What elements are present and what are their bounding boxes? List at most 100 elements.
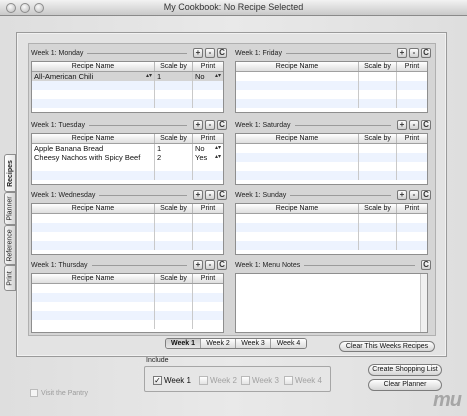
- checkbox-label: Visit the Pantry: [41, 389, 88, 397]
- sunday-title: Week 1: Sunday: [235, 191, 287, 199]
- include-label: Include: [146, 357, 169, 364]
- week-tabs: Week 1 Week 2 Week 3 Week 4: [165, 338, 307, 349]
- wednesday-header: Week 1: Wednesday + - C: [31, 189, 227, 201]
- column-print[interactable]: Print: [397, 134, 427, 143]
- tab-week-1[interactable]: Week 1: [166, 339, 201, 348]
- clear-notes-button[interactable]: C: [421, 260, 431, 270]
- column-recipe-name[interactable]: Recipe Name: [32, 62, 155, 71]
- column-recipe-name[interactable]: Recipe Name: [236, 204, 359, 213]
- column-print[interactable]: Print: [193, 62, 223, 71]
- column-scale-by[interactable]: Scale by: [155, 274, 193, 283]
- checkbox-label: Week 3: [252, 376, 279, 385]
- checkbox-box: [30, 389, 38, 397]
- include-group: ✓ Week 1 Week 2 Week 3 Week 4: [144, 366, 331, 392]
- table-row[interactable]: All-American Chili ▴▾ 1 No ▴▾: [32, 72, 223, 81]
- clear-day-button[interactable]: C: [217, 120, 227, 130]
- include-week-3-checkbox[interactable]: Week 3: [241, 376, 279, 385]
- chevron-updown-icon[interactable]: ▴▾: [146, 72, 152, 81]
- chevron-updown-icon[interactable]: ▴▾: [215, 72, 221, 81]
- column-recipe-name[interactable]: Recipe Name: [32, 204, 155, 213]
- menu-notes-field[interactable]: [235, 273, 428, 333]
- add-recipe-button[interactable]: +: [193, 48, 203, 58]
- window-body: Recipes Planner Reference Print Week 1: …: [0, 16, 467, 416]
- add-recipe-button[interactable]: +: [193, 120, 203, 130]
- include-week-2-checkbox[interactable]: Week 2: [199, 376, 237, 385]
- side-tab-recipes[interactable]: Recipes: [4, 154, 16, 192]
- column-print[interactable]: Print: [193, 274, 223, 283]
- tab-week-2[interactable]: Week 2: [201, 339, 236, 348]
- chevron-updown-icon[interactable]: ▴▾: [215, 153, 221, 162]
- thursday-header: Week 1: Thursday + - C: [31, 259, 227, 271]
- checkbox-box: [199, 376, 208, 385]
- add-recipe-button[interactable]: +: [193, 260, 203, 270]
- include-week-1-checkbox[interactable]: ✓ Week 1: [153, 376, 191, 385]
- column-recipe-name[interactable]: Recipe Name: [236, 62, 359, 71]
- column-recipe-name[interactable]: Recipe Name: [32, 134, 155, 143]
- table-row[interactable]: Cheesy Nachos with Spicy Beef 2 Yes ▴▾: [32, 153, 223, 162]
- title-bar: My Cookbook: No Recipe Selected: [0, 0, 467, 16]
- column-print[interactable]: Print: [193, 134, 223, 143]
- remove-recipe-button[interactable]: -: [205, 48, 215, 58]
- monday-table[interactable]: Recipe Name Scale by Print All-American …: [31, 61, 224, 113]
- thursday-table[interactable]: Recipe Name Scale by Print: [31, 273, 224, 333]
- planner-panel: Week 1: Monday + - C Recipe Name Scale b…: [16, 32, 447, 357]
- column-scale-by[interactable]: Scale by: [359, 134, 397, 143]
- column-recipe-name[interactable]: Recipe Name: [32, 274, 155, 283]
- clear-day-button[interactable]: C: [421, 48, 431, 58]
- remove-recipe-button[interactable]: -: [409, 48, 419, 58]
- table-row[interactable]: Apple Banana Bread 1 No ▴▾: [32, 144, 223, 153]
- sunday-header: Week 1: Sunday + - C: [235, 189, 431, 201]
- chevron-updown-icon[interactable]: ▴▾: [215, 144, 221, 153]
- side-tab-reference[interactable]: Reference: [4, 225, 16, 265]
- add-recipe-button[interactable]: +: [193, 190, 203, 200]
- checkbox-label: Week 1: [164, 376, 191, 385]
- wednesday-table[interactable]: Recipe Name Scale by Print: [31, 203, 224, 255]
- tuesday-header: Week 1: Tuesday + - C: [31, 119, 227, 131]
- zoom-window-button[interactable]: [34, 3, 44, 13]
- clear-this-weeks-recipes-button[interactable]: Clear This Weeks Recipes: [339, 341, 435, 352]
- tuesday-table[interactable]: Recipe Name Scale by Print Apple Banana Br…: [31, 133, 224, 185]
- create-shopping-list-button[interactable]: Create Shopping List: [368, 364, 442, 376]
- remove-recipe-button[interactable]: -: [205, 190, 215, 200]
- tab-week-4[interactable]: Week 4: [271, 339, 306, 348]
- add-recipe-button[interactable]: +: [397, 190, 407, 200]
- friday-table[interactable]: Recipe Name Scale by Print: [235, 61, 428, 113]
- remove-recipe-button[interactable]: -: [205, 120, 215, 130]
- side-tab-print[interactable]: Print: [4, 265, 16, 291]
- friday-title: Week 1: Friday: [235, 49, 282, 57]
- tab-week-3[interactable]: Week 3: [236, 339, 271, 348]
- visit-pantry-checkbox[interactable]: Visit the Pantry: [30, 389, 88, 397]
- clear-day-button[interactable]: C: [217, 48, 227, 58]
- column-print[interactable]: Print: [397, 62, 427, 71]
- clear-planner-button[interactable]: Clear Planner: [368, 379, 442, 391]
- include-week-4-checkbox[interactable]: Week 4: [284, 376, 322, 385]
- side-tab-planner[interactable]: Planner: [4, 192, 16, 225]
- column-scale-by[interactable]: Scale by: [155, 62, 193, 71]
- close-window-button[interactable]: [6, 3, 16, 13]
- clear-day-button[interactable]: C: [421, 120, 431, 130]
- saturday-title: Week 1: Saturday: [235, 121, 291, 129]
- monday-title: Week 1: Monday: [31, 49, 84, 57]
- wednesday-title: Week 1: Wednesday: [31, 191, 96, 199]
- saturday-table[interactable]: Recipe Name Scale by Print: [235, 133, 428, 185]
- scrollbar[interactable]: [420, 274, 427, 332]
- thursday-title: Week 1: Thursday: [31, 261, 88, 269]
- minimize-window-button[interactable]: [20, 3, 30, 13]
- column-scale-by[interactable]: Scale by: [155, 134, 193, 143]
- column-print[interactable]: Print: [193, 204, 223, 213]
- clear-day-button[interactable]: C: [217, 190, 227, 200]
- clear-day-button[interactable]: C: [217, 260, 227, 270]
- column-scale-by[interactable]: Scale by: [155, 204, 193, 213]
- add-recipe-button[interactable]: +: [397, 48, 407, 58]
- clear-day-button[interactable]: C: [421, 190, 431, 200]
- remove-recipe-button[interactable]: -: [409, 190, 419, 200]
- remove-recipe-button[interactable]: -: [409, 120, 419, 130]
- remove-recipe-button[interactable]: -: [205, 260, 215, 270]
- column-recipe-name[interactable]: Recipe Name: [236, 134, 359, 143]
- column-scale-by[interactable]: Scale by: [359, 62, 397, 71]
- sunday-table[interactable]: Recipe Name Scale by Print: [235, 203, 428, 255]
- table-header: Recipe Name Scale by Print: [32, 62, 223, 72]
- add-recipe-button[interactable]: +: [397, 120, 407, 130]
- column-scale-by[interactable]: Scale by: [359, 204, 397, 213]
- column-print[interactable]: Print: [397, 204, 427, 213]
